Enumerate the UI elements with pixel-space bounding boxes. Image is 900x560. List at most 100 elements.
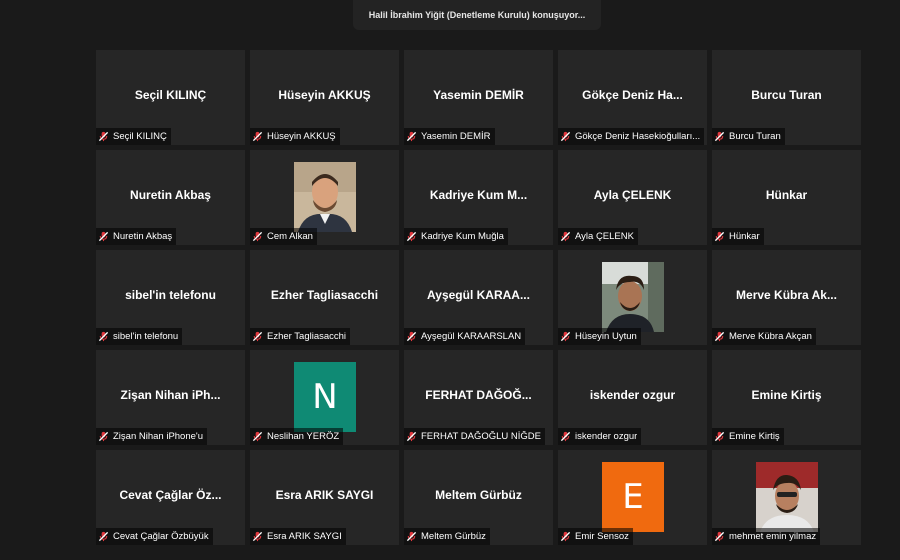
mic-muted-icon: [714, 331, 725, 342]
participant-tile[interactable]: Ayla ÇELENK Ayla ÇELENK: [558, 150, 707, 245]
profile-photo: [756, 462, 818, 532]
participant-tile[interactable]: Nuretin Akbaş Nuretin Akbaş: [96, 150, 245, 245]
participant-name: Hüseyin Uytun: [575, 331, 637, 342]
mic-muted-icon: [714, 431, 725, 442]
participant-name-label: sibel'in telefonu: [96, 328, 183, 345]
participant-tile[interactable]: Ezher Tagliasacchi Ezher Tagliasacchi: [250, 250, 399, 345]
participant-name: mehmet emin yilmaz: [729, 531, 817, 542]
avatar-letter: N: [294, 362, 356, 432]
participant-tile[interactable]: Yasemin DEMİR Yasemin DEMİR: [404, 50, 553, 145]
participant-name-label: Cevat Çağlar Özbüyük: [96, 528, 213, 545]
participant-name-label: Seçil KILINÇ: [96, 128, 171, 145]
participant-name: Neslihan YERÖZ: [267, 431, 340, 442]
participant-name: Yasemin DEMİR: [421, 131, 491, 142]
participant-name-label: Burcu Turan: [712, 128, 785, 145]
profile-photo: [602, 262, 664, 332]
participant-tile[interactable]: N Neslihan YERÖZ: [250, 350, 399, 445]
participant-display-name: Hünkar: [765, 188, 808, 202]
mic-muted-icon: [406, 531, 417, 542]
participant-name: Emir Sensoz: [575, 531, 629, 542]
participant-display-name: Merve Kübra Ak...: [736, 288, 837, 302]
participant-display-name: Ezher Tagliasacchi: [270, 288, 379, 302]
participant-tile[interactable]: Hüseyin AKKUŞ Hüseyin AKKUŞ: [250, 50, 399, 145]
mic-muted-icon: [98, 531, 109, 542]
mic-muted-icon: [98, 431, 109, 442]
participant-name: Emine Kirtiş: [729, 431, 780, 442]
participant-name: sibel'in telefonu: [113, 331, 179, 342]
participant-name: Kadriye Kum Muğla: [421, 231, 504, 242]
participant-display-name: Ayla ÇELENK: [593, 188, 672, 202]
participant-name-label: Zişan Nihan iPhone'u: [96, 428, 208, 445]
mic-muted-icon: [406, 431, 417, 442]
participant-name: FERHAT DAĞOĞLU NİĞDE: [421, 431, 541, 442]
participant-tile[interactable]: Seçil KILINÇ Seçil KILINÇ: [96, 50, 245, 145]
participant-tile[interactable]: Cevat Çağlar Öz... Cevat Çağlar Özbüyük: [96, 450, 245, 545]
participant-name: Ayşegül KARAARSLAN: [421, 331, 522, 342]
active-speaker-text: Halil İbrahim Yiğit (Denetleme Kurulu) k…: [368, 10, 586, 20]
participant-tile[interactable]: Meltem Gürbüz Meltem Gürbüz: [404, 450, 553, 545]
mic-muted-icon: [560, 531, 571, 542]
mic-muted-icon: [560, 331, 571, 342]
participant-display-name: Emine Kirtiş: [751, 388, 822, 402]
participant-name: Seçil KILINÇ: [113, 131, 167, 142]
mic-muted-icon: [560, 131, 571, 142]
participant-tile[interactable]: Burcu Turan Burcu Turan: [712, 50, 861, 145]
participant-display-name: Cevat Çağlar Öz...: [119, 488, 222, 502]
participant-tile[interactable]: Zişan Nihan iPh... Zişan Nihan iPhone'u: [96, 350, 245, 445]
mic-muted-icon: [252, 131, 263, 142]
participant-name: Burcu Turan: [729, 131, 781, 142]
participant-display-name: Hüseyin AKKUŞ: [278, 88, 371, 102]
participant-display-name: iskender ozgur: [589, 388, 676, 402]
participant-name-label: Nuretin Akbaş: [96, 228, 177, 245]
participant-name: Nuretin Akbaş: [113, 231, 173, 242]
participant-tile[interactable]: mehmet emin yilmaz: [712, 450, 861, 545]
participant-tile[interactable]: sibel'in telefonu sibel'in telefonu: [96, 250, 245, 345]
mic-muted-icon: [560, 231, 571, 242]
participant-name-label: Hüseyin AKKUŞ: [250, 128, 340, 145]
participant-tile[interactable]: Esra ARIK SAYGI Esra ARIK SAYGI: [250, 450, 399, 545]
participant-name-label: Yasemin DEMİR: [404, 128, 495, 145]
mic-muted-icon: [560, 431, 571, 442]
participant-name-label: Cem Alkan: [250, 228, 317, 245]
mic-muted-icon: [252, 231, 263, 242]
participant-tile[interactable]: FERHAT DAĞOĞ... FERHAT DAĞOĞLU NİĞDE: [404, 350, 553, 445]
participant-name: Meltem Gürbüz: [421, 531, 486, 542]
participant-tile[interactable]: iskender ozgur iskender ozgur: [558, 350, 707, 445]
mic-muted-icon: [406, 131, 417, 142]
participant-name: Cevat Çağlar Özbüyük: [113, 531, 209, 542]
mic-muted-icon: [252, 531, 263, 542]
participant-name-label: Neslihan YERÖZ: [250, 428, 344, 445]
participant-name-label: Meltem Gürbüz: [404, 528, 490, 545]
participant-display-name: sibel'in telefonu: [125, 288, 216, 302]
participant-name: Hünkar: [729, 231, 760, 242]
participant-display-name: Gökçe Deniz Ha...: [582, 88, 683, 102]
participant-tile[interactable]: Gökçe Deniz Ha... Gökçe Deniz Hasekioğull…: [558, 50, 707, 145]
participant-name: Esra ARIK SAYGI: [267, 531, 342, 542]
participant-tile[interactable]: Merve Kübra Ak... Merve Kübra Akçan: [712, 250, 861, 345]
participant-name-label: Hüseyin Uytun: [558, 328, 641, 345]
participant-name-label: Ezher Tagliasacchi: [250, 328, 351, 345]
participant-tile[interactable]: Hünkar Hünkar: [712, 150, 861, 245]
participant-tile[interactable]: Ayşegül KARAA... Ayşegül KARAARSLAN: [404, 250, 553, 345]
participant-name-label: Merve Kübra Akçan: [712, 328, 816, 345]
participant-name: Zişan Nihan iPhone'u: [113, 431, 204, 442]
participant-tile[interactable]: Cem Alkan: [250, 150, 399, 245]
participant-name-label: mehmet emin yilmaz: [712, 528, 821, 545]
participant-display-name: Zişan Nihan iPh...: [120, 388, 221, 402]
participant-name: Gökçe Deniz Hasekioğulları...: [575, 131, 701, 142]
participant-tile[interactable]: Hüseyin Uytun: [558, 250, 707, 345]
mic-muted-icon: [98, 331, 109, 342]
participant-tile[interactable]: Emine Kirtiş Emine Kirtiş: [712, 350, 861, 445]
participant-name: Hüseyin AKKUŞ: [267, 131, 336, 142]
participant-gallery: Seçil KILINÇ Seçil KILINÇ Hüseyin AKKUŞ Hüs…: [96, 50, 861, 545]
participant-display-name: Ayşegül KARAA...: [427, 288, 530, 302]
participant-display-name: Kadriye Kum M...: [429, 188, 528, 202]
participant-name-label: Emine Kirtiş: [712, 428, 784, 445]
avatar-letter: E: [602, 462, 664, 532]
participant-display-name: Yasemin DEMİR: [433, 88, 524, 102]
participant-tile[interactable]: E Emir Sensoz: [558, 450, 707, 545]
participant-name: Ezher Tagliasacchi: [267, 331, 347, 342]
participant-tile[interactable]: Kadriye Kum M... Kadriye Kum Muğla: [404, 150, 553, 245]
participant-display-name: Meltem Gürbüz: [435, 488, 522, 502]
participant-name-label: FERHAT DAĞOĞLU NİĞDE: [404, 428, 545, 445]
